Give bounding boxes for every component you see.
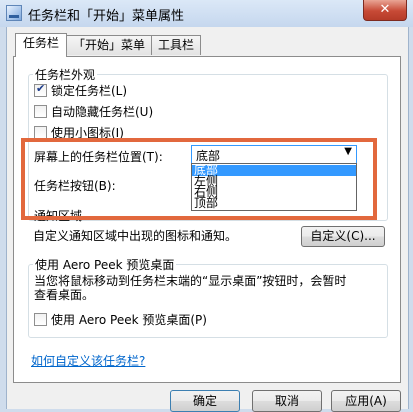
small-icons-checkbox[interactable]	[34, 126, 47, 139]
appearance-legend: 任务栏外观	[33, 66, 98, 83]
aero-peek-description-line2: 查看桌面。	[34, 288, 95, 302]
tab-start-menu[interactable]: 「开始」菜单	[66, 35, 152, 55]
taskbar-app-icon	[6, 5, 22, 21]
dialog-client: 任务栏 「开始」菜单 工具栏 任务栏外观 锁定任务栏(L) 自动隐藏任务栏(U)…	[6, 27, 409, 412]
close-button[interactable]: ✕	[363, 0, 407, 21]
taskbar-location-value: 底部	[196, 149, 221, 163]
notification-description: 自定义通知区域中出现的图标和通知。	[33, 229, 238, 243]
lock-taskbar-label: 锁定任务栏(L)	[51, 84, 128, 98]
aero-peek-legend: 使用 Aero Peek 预览桌面	[33, 256, 177, 273]
auto-hide-checkbox[interactable]	[34, 105, 47, 118]
help-link[interactable]: 如何自定义该任务栏?	[31, 352, 145, 369]
tab-taskbar[interactable]: 任务栏	[15, 33, 67, 57]
window-title: 任务栏和「开始」菜单属性	[28, 9, 185, 24]
auto-hide-label: 自动隐藏任务栏(U)	[51, 105, 154, 119]
taskbar-location-select[interactable]: 底部 ▼	[191, 145, 357, 164]
small-icons-label: 使用小图标(I)	[51, 126, 124, 140]
tab-panel-taskbar: 任务栏外观 锁定任务栏(L) 自动隐藏任务栏(U) 使用小图标(I) 屏幕上的任…	[13, 56, 401, 383]
tab-toolbars[interactable]: 工具栏	[151, 35, 201, 55]
notification-area-legend: 通知区域	[34, 209, 83, 223]
chevron-down-icon: ▼	[344, 146, 352, 157]
aero-peek-checkbox-label: 使用 Aero Peek 预览桌面(P)	[51, 313, 207, 327]
taskbar-location-dropdown: 底部 左侧 右侧 顶部	[191, 163, 357, 211]
location-option-top[interactable]: 顶部	[192, 197, 356, 209]
taskbar-buttons-label: 任务栏按钮(B):	[34, 179, 116, 193]
aero-peek-checkbox[interactable]	[34, 313, 47, 326]
customize-notifications-button[interactable]: 自定义(C)...	[301, 226, 385, 247]
title-bar: 任务栏和「开始」菜单属性 ✕	[0, 0, 413, 27]
lock-taskbar-checkbox[interactable]	[34, 82, 47, 97]
taskbar-location-label: 屏幕上的任务栏位置(T):	[34, 150, 163, 164]
